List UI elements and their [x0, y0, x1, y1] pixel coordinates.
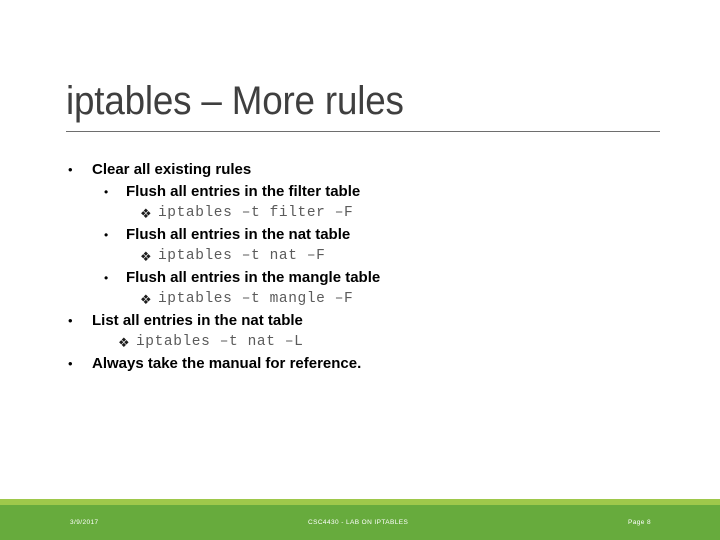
bullet-list: • Clear all existing rules • Flush all entr… [0, 159, 720, 375]
footer-course-label: CSC4430 - LAB ON IPTABLES [308, 519, 409, 526]
bullet-text: iptables –t nat –F [158, 248, 326, 264]
bullet-item: • Always take the manual for reference. [0, 353, 720, 375]
bullet-item: • Flush all entries in the mangle table [0, 267, 720, 289]
slide-canvas: iptables – More rules • Clear all existin… [0, 0, 720, 540]
title-block: iptables – More rules [66, 78, 660, 124]
diamond-bullet-icon: ❖ [140, 292, 152, 307]
diamond-bullet-icon: ❖ [140, 249, 152, 264]
bullet-text: List all entries in the nat table [92, 312, 303, 329]
bullet-item: ❖ iptables –t nat –F [0, 246, 720, 267]
bullet-item: • List all entries in the nat table [0, 310, 720, 332]
bullet-item: • Clear all existing rules [0, 159, 720, 181]
footer-band: 3/9/2017 CSC4430 - LAB ON IPTABLES Page … [0, 505, 720, 540]
bullet-text: iptables –t filter –F [158, 205, 354, 221]
bullet-text: Flush all entries in the filter table [126, 183, 361, 200]
dot-bullet-icon: • [104, 228, 109, 242]
dot-bullet-icon: • [68, 356, 73, 371]
dot-bullet-icon: • [104, 185, 109, 199]
bullet-text: Always take the manual for reference. [92, 355, 362, 372]
page-title: iptables – More rules [66, 79, 404, 123]
title-divider [66, 131, 660, 132]
bullet-item: ❖ iptables –t nat –L [0, 332, 720, 353]
bullet-item: ❖ iptables –t mangle –F [0, 289, 720, 310]
dot-bullet-icon: • [104, 271, 109, 285]
bullet-text: iptables –t mangle –F [158, 291, 354, 307]
footer-page-number: Page 8 [628, 519, 652, 526]
footer-date: 3/9/2017 [70, 519, 99, 526]
bullet-item: • Flush all entries in the nat table [0, 224, 720, 246]
diamond-bullet-icon: ❖ [118, 335, 130, 350]
bullet-text: Flush all entries in the nat table [126, 226, 351, 243]
bullet-item: • Flush all entries in the filter table [0, 181, 720, 203]
dot-bullet-icon: • [68, 162, 73, 177]
dot-bullet-icon: • [68, 313, 73, 328]
diamond-bullet-icon: ❖ [140, 206, 152, 221]
bullet-text: Clear all existing rules [92, 161, 252, 178]
bullet-text: Flush all entries in the mangle table [126, 269, 381, 286]
bullet-item: ❖ iptables –t filter –F [0, 203, 720, 224]
bullet-text: iptables –t nat –L [136, 334, 304, 350]
